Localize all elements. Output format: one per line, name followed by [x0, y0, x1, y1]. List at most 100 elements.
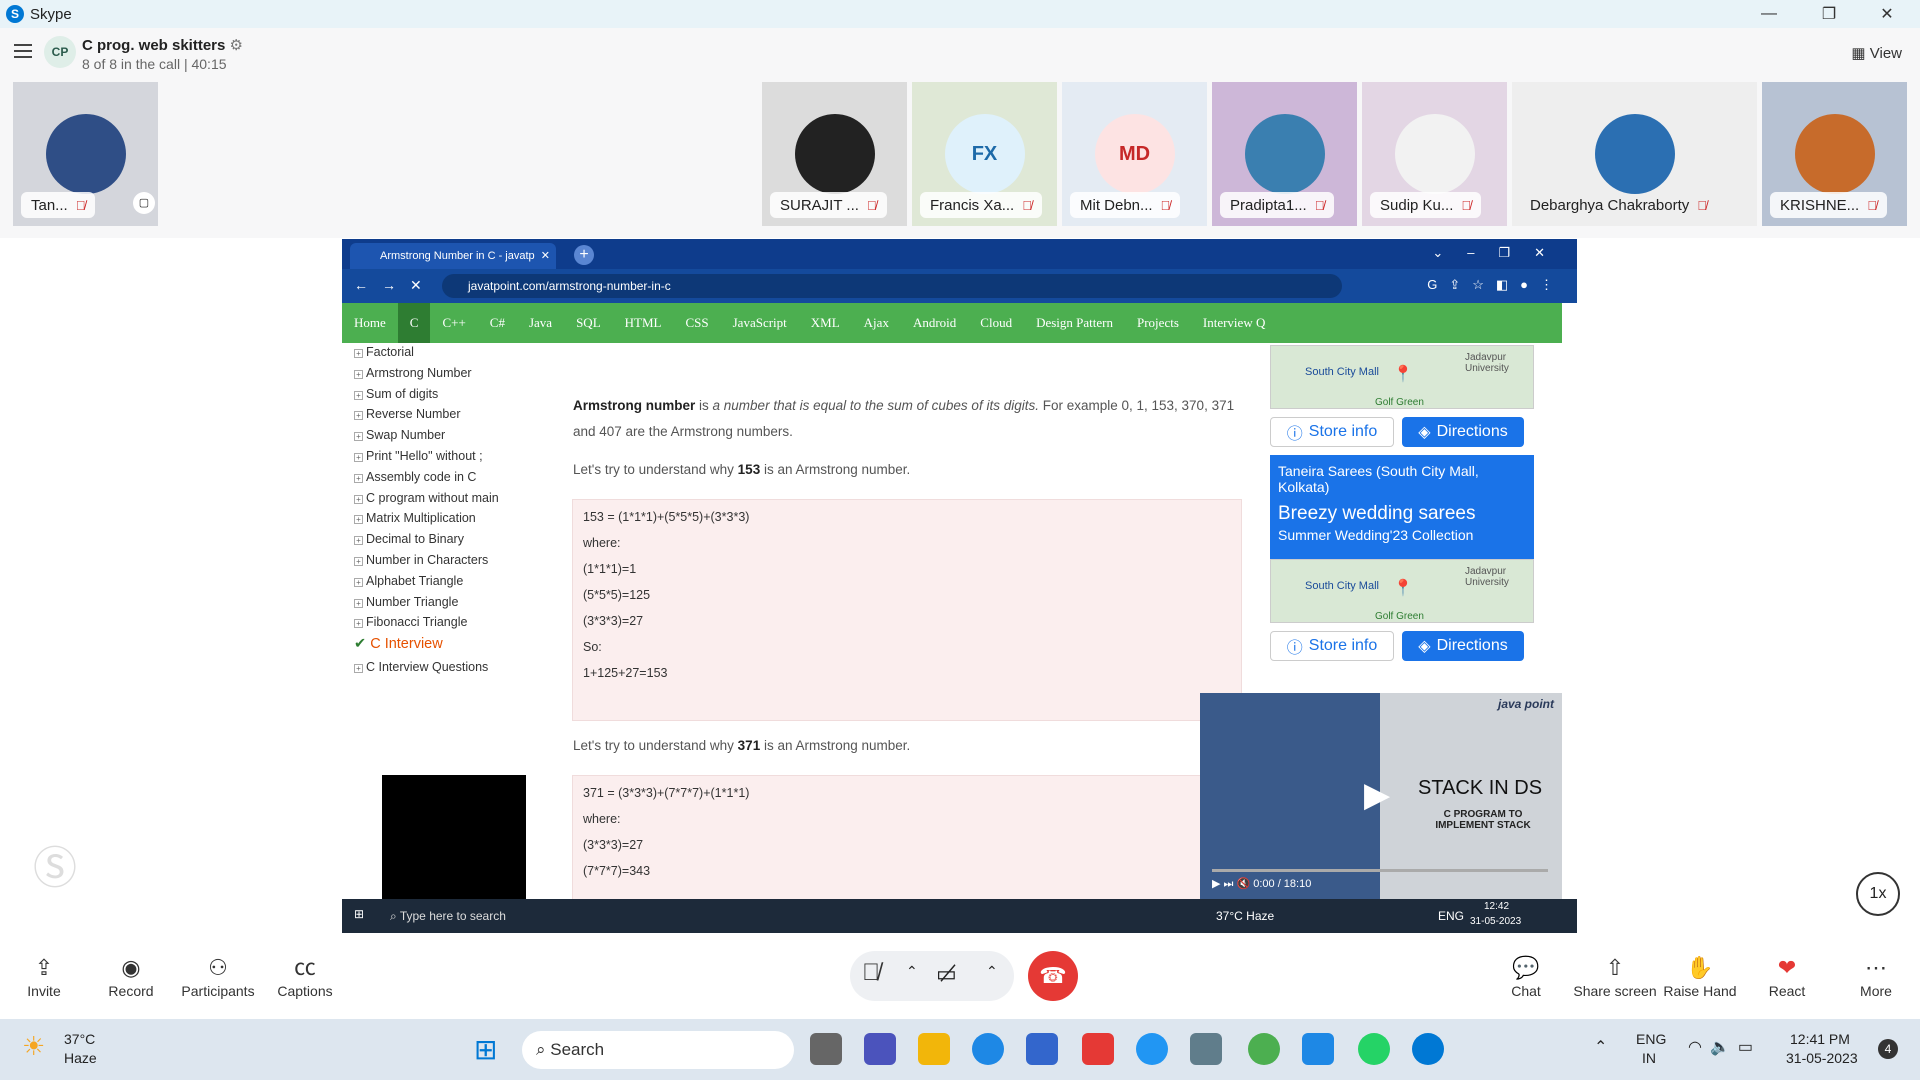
- system-tray-icons[interactable]: ◠🔈▭: [1688, 1037, 1761, 1057]
- view-button[interactable]: ▦ View: [1851, 44, 1902, 62]
- more-button[interactable]: ⋯ More: [1836, 953, 1916, 999]
- captions-button[interactable]: ㏄ Captions: [265, 953, 345, 999]
- sidebar-item[interactable]: + Alphabet Triangle: [354, 574, 499, 595]
- menu-item[interactable]: Projects: [1125, 303, 1191, 343]
- react-button[interactable]: ❤ React: [1747, 953, 1827, 999]
- windows-icon[interactable]: ⊞: [354, 907, 364, 921]
- menu-item[interactable]: Java: [517, 303, 564, 343]
- teams-icon[interactable]: [864, 1033, 896, 1065]
- taskbar-search[interactable]: ⌕ Search: [522, 1031, 794, 1069]
- raise-hand-button[interactable]: ✋ Raise Hand: [1660, 953, 1740, 999]
- share-screen-button[interactable]: ⇧ Share screen: [1573, 953, 1657, 999]
- menu-icon[interactable]: [14, 44, 32, 62]
- inner-search[interactable]: ⌕ Type here to search: [390, 909, 506, 924]
- store-info-button[interactable]: ⓘ Store info: [1270, 631, 1394, 661]
- menu-item[interactable]: C#: [478, 303, 517, 343]
- close-button[interactable]: ✕: [1864, 0, 1910, 28]
- camera-options-button[interactable]: ⌃: [986, 963, 998, 980]
- sidebar-item[interactable]: + Number in Characters: [354, 553, 499, 574]
- directions-button[interactable]: ◈ Directions: [1402, 631, 1524, 661]
- participant-tile[interactable]: Sudip Ku... 🎙̸: [1362, 82, 1507, 226]
- calculator-icon[interactable]: [1190, 1033, 1222, 1065]
- chevron-up-icon[interactable]: ⌃: [1594, 1037, 1607, 1057]
- end-call-button[interactable]: ☎: [1028, 951, 1078, 1001]
- browser-toolbar-icons[interactable]: G⇪☆◧●⋮: [1427, 277, 1565, 293]
- store-info-button[interactable]: ⓘ Store info: [1270, 417, 1394, 447]
- url-field[interactable]: javatpoint.com/armstrong-number-in-c: [442, 274, 1342, 298]
- sidebar-item[interactable]: + C program without main: [354, 491, 499, 512]
- sidebar-item[interactable]: + Factorial: [354, 345, 499, 366]
- participants-button[interactable]: ⚇ Participants: [178, 953, 258, 999]
- play-icon[interactable]: ▶: [1364, 775, 1390, 815]
- restore-button[interactable]: ❐: [1806, 0, 1852, 28]
- map-image[interactable]: South City Mall Jadavpur University Golf…: [1270, 559, 1534, 623]
- nav-buttons[interactable]: ←→✕: [354, 277, 436, 294]
- menu-item[interactable]: CSS: [673, 303, 720, 343]
- participant-tile[interactable]: Debarghya Chakraborty 🎙̸: [1512, 82, 1757, 226]
- app-icon[interactable]: [1082, 1033, 1114, 1065]
- menu-item[interactable]: SQL: [564, 303, 613, 343]
- notepad-icon[interactable]: [1302, 1033, 1334, 1065]
- browser-window-controls[interactable]: ⌄–❐✕: [1432, 245, 1569, 261]
- menu-item[interactable]: Design Pattern: [1024, 303, 1125, 343]
- minimize-button[interactable]: —: [1746, 0, 1792, 28]
- menu-item[interactable]: Home: [342, 303, 398, 343]
- participant-tile[interactable]: FX Francis Xa... 🎙̸: [912, 82, 1057, 226]
- intro-paragraph: Armstrong number is a number that is equ…: [573, 398, 1235, 439]
- participant-tile[interactable]: SURAJIT ... 🎙̸: [762, 82, 907, 226]
- sidebar-item[interactable]: + Reverse Number: [354, 407, 499, 428]
- menu-item[interactable]: Interview Q: [1191, 303, 1277, 343]
- help-icon[interactable]: [1136, 1033, 1168, 1065]
- participant-name: Pradipta1... 🎙̸: [1220, 192, 1335, 218]
- start-icon[interactable]: ⊞: [474, 1033, 497, 1066]
- record-button[interactable]: ◉ Record: [91, 953, 171, 999]
- sidebar-item[interactable]: + Armstrong Number: [354, 366, 499, 387]
- skype-icon[interactable]: [1412, 1033, 1444, 1065]
- participant-tile[interactable]: KRISHNE... 🎙̸: [1762, 82, 1907, 226]
- mic-muted-button[interactable]: 🎙̸: [862, 959, 880, 987]
- participant-tile[interactable]: MD Mit Debn... 🎙̸: [1062, 82, 1207, 226]
- menu-item[interactable]: C: [397, 303, 431, 343]
- sidebar-item[interactable]: + C Interview Questions: [354, 660, 499, 681]
- menu-item[interactable]: Android: [901, 303, 968, 343]
- menu-item[interactable]: Cloud: [968, 303, 1024, 343]
- video-controls[interactable]: ▶ ⏭ 🔇 0:00 / 18:10: [1212, 877, 1311, 891]
- sidebar-section[interactable]: ✔ C Interview: [354, 636, 499, 660]
- menu-item[interactable]: JavaScript: [721, 303, 799, 343]
- mic-options-button[interactable]: ⌃: [906, 963, 918, 980]
- menu-item[interactable]: HTML: [613, 303, 674, 343]
- menu-item[interactable]: XML: [799, 303, 852, 343]
- speed-button[interactable]: 1x: [1856, 872, 1900, 916]
- sidebar-item[interactable]: + Assembly code in C: [354, 470, 499, 491]
- sidebar-item[interactable]: + Matrix Multiplication: [354, 511, 499, 532]
- file-explorer-icon[interactable]: [918, 1033, 950, 1065]
- sidebar-item[interactable]: + Number Triangle: [354, 595, 499, 616]
- video-player[interactable]: java point STACK IN DS C PROGRAM TO IMPL…: [1200, 693, 1562, 899]
- chrome-icon[interactable]: [1248, 1033, 1280, 1065]
- participant-tile[interactable]: Pradipta1... 🎙̸: [1212, 82, 1357, 226]
- chat-button[interactable]: 💬 Chat: [1486, 953, 1566, 999]
- sidebar-item[interactable]: + Fibonacci Triangle: [354, 615, 499, 636]
- notification-badge[interactable]: 4: [1878, 1039, 1898, 1059]
- directions-button[interactable]: ◈ Directions: [1402, 417, 1524, 447]
- map-image[interactable]: South City Mall Jadavpur University Golf…: [1270, 345, 1534, 409]
- edge-icon[interactable]: [972, 1033, 1004, 1065]
- invite-button[interactable]: ⇪ Invite: [4, 953, 84, 999]
- whatsapp-icon[interactable]: [1358, 1033, 1390, 1065]
- ad-banner[interactable]: Taneira Sarees (South City Mall, Kolkata…: [1270, 455, 1534, 559]
- sidebar-item[interactable]: + Sum of digits: [354, 387, 499, 408]
- participant-tile[interactable]: Tan... 🎙̸ ▢: [13, 82, 158, 226]
- browser-tab[interactable]: Armstrong Number in C - javatp ✕: [350, 243, 556, 269]
- sidebar-item[interactable]: + Swap Number: [354, 428, 499, 449]
- settings-icon[interactable]: ⚙: [230, 37, 243, 54]
- app-icon[interactable]: [810, 1033, 842, 1065]
- sidebar-item[interactable]: + Decimal to Binary: [354, 532, 499, 553]
- camera-off-button[interactable]: ▭̸: [936, 961, 957, 987]
- menu-item[interactable]: Ajax: [852, 303, 901, 343]
- video-progress[interactable]: [1212, 869, 1548, 872]
- code-block-371: 371 = (3*3*3)+(7*7*7)+(1*1*1) where: (3*3*…: [572, 775, 1242, 905]
- menu-item[interactable]: C++: [430, 303, 477, 343]
- store-icon[interactable]: [1026, 1033, 1058, 1065]
- new-tab-button[interactable]: +: [574, 245, 594, 265]
- sidebar-item[interactable]: + Print "Hello" without ;: [354, 449, 499, 470]
